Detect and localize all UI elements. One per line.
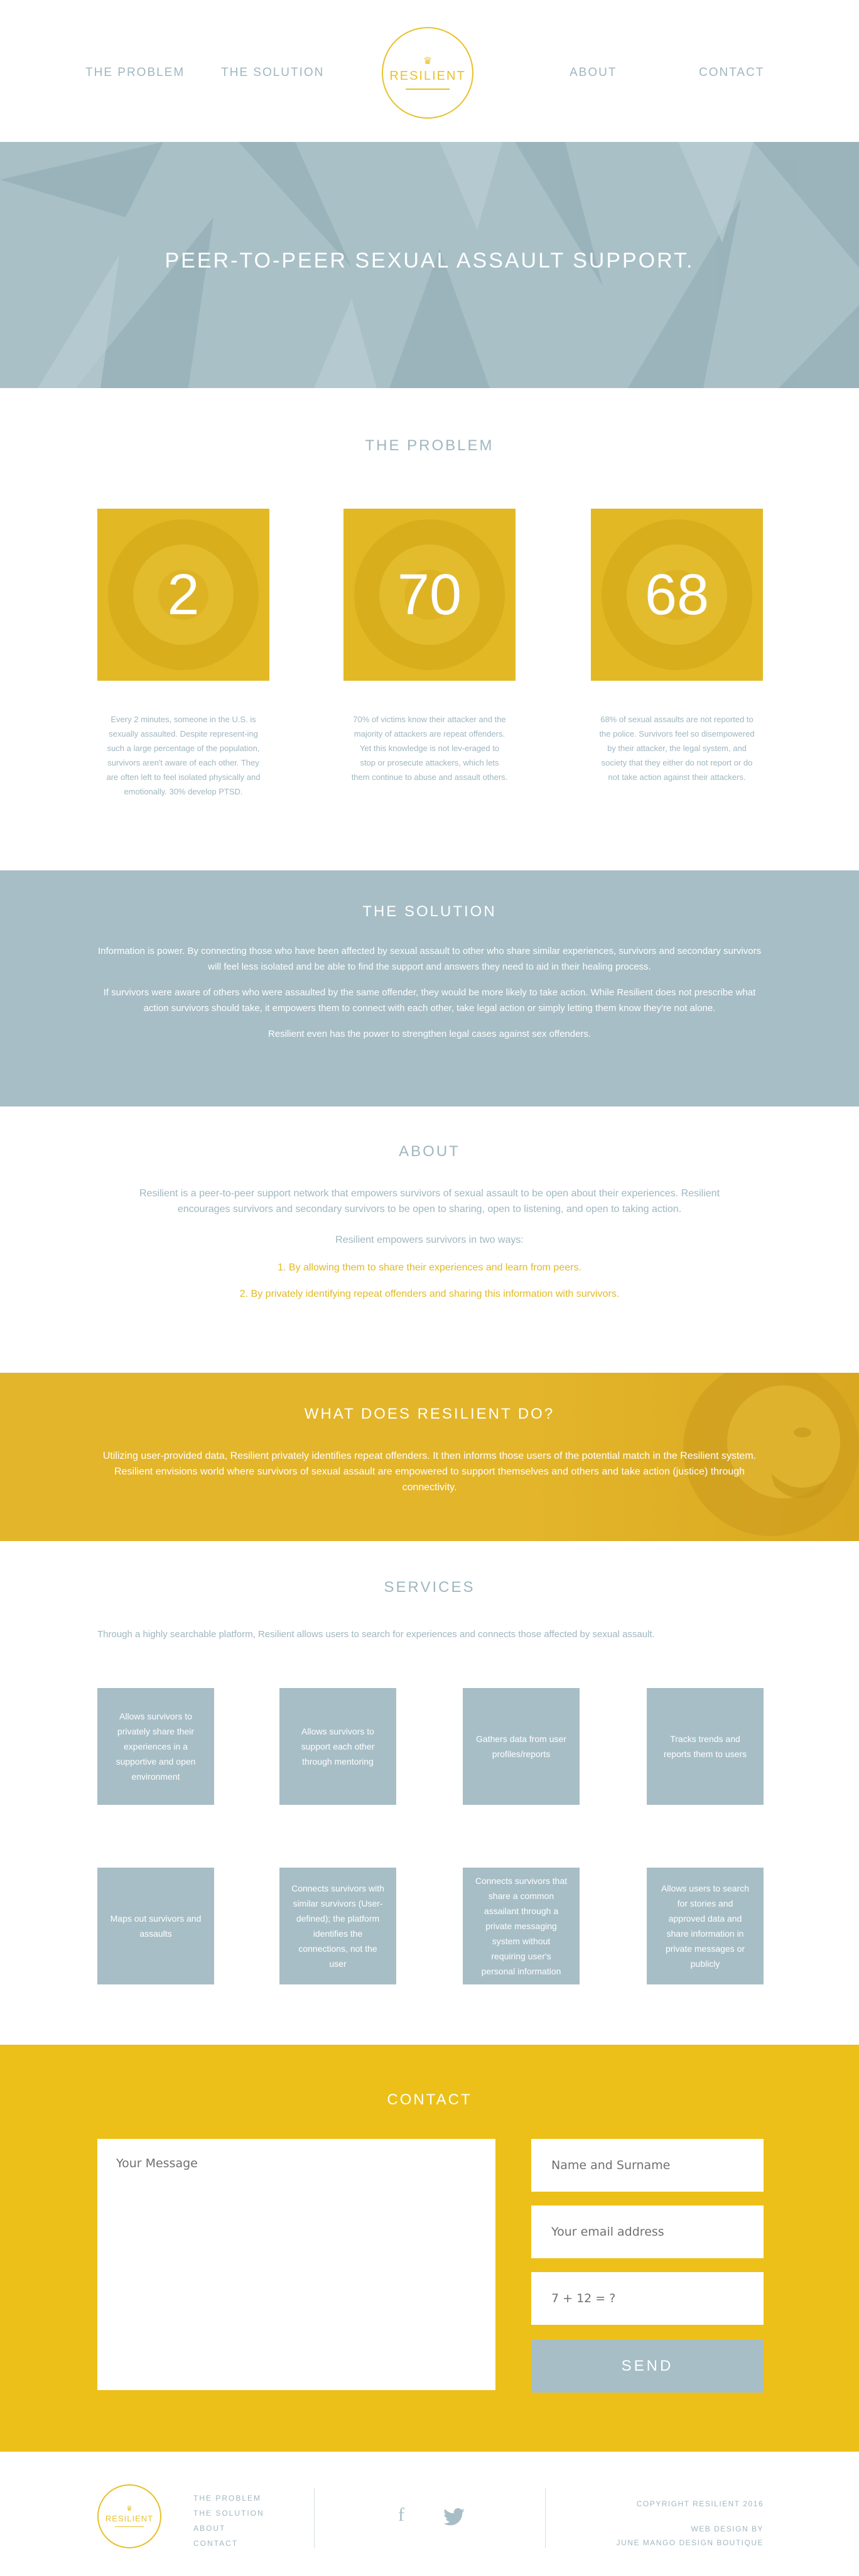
studio-link[interactable]: JUNE MANGO DESIGN BOUTIQUE [617,2536,764,2550]
resilient-logo[interactable]: ♛ RESILIENT [382,27,473,119]
message-field[interactable] [97,2139,495,2390]
service-card: Allows survivors to support each other t… [279,1688,396,1805]
service-card: Connects survivors that share a common a… [463,1868,580,1984]
about-list-item: 1. By allowing them to share their exper… [278,1262,581,1273]
footer-links: THE PROBLEM THE SOLUTION ABOUT CONTACT [193,2491,264,2551]
solution-section: THE SOLUTION Information is power. By co… [0,870,859,1107]
service-card: Allows survivors to privately share thei… [97,1688,214,1805]
footer-credits: COPYRIGHT RESILIENT 2016 WEB DESIGN BY J… [617,2497,764,2550]
service-card: Allows users to search for stories and a… [647,1868,764,1984]
twitter-icon[interactable] [443,2508,465,2526]
solution-paragraph: Resilient even has the power to strength… [267,1029,592,1039]
nav-link-problem[interactable]: THE PROBLEM [85,66,185,80]
what-title: WHAT DOES RESILIENT DO? [304,1405,555,1422]
stat-description: 70% of victims know their attacker and t… [351,715,508,782]
about-intro: Resilient is a peer-to-peer support netw… [139,1188,720,1215]
footer-link-about[interactable]: ABOUT [193,2521,264,2536]
stat-number: 2 [167,562,200,627]
stat-card: 2 Every 2 minutes, someone in the U.S. i… [97,509,269,799]
nav-link-about[interactable]: ABOUT [570,66,617,80]
solution-paragraph: Information is power. By connecting thos… [97,946,762,972]
footer-divider [314,2488,315,2548]
logo-text: RESILIENT [389,68,466,83]
contact-title: CONTACT [387,2091,472,2108]
captcha-field[interactable] [531,2272,764,2325]
logo-underline [406,88,450,90]
footer-link-contact[interactable]: CONTACT [193,2536,264,2551]
stat-description: 68% of sexual assaults are not reported … [599,715,755,782]
design-by-text: WEB DESIGN BY [691,2525,764,2533]
about-lead: Resilient empowers survivors in two ways… [335,1235,524,1245]
name-field[interactable] [531,2139,764,2192]
stat-tile: 70 [343,509,516,681]
services-section: SERVICES Through a highly searchable pla… [0,1541,859,2045]
footer-link-problem[interactable]: THE PROBLEM [193,2491,264,2506]
facebook-icon[interactable]: f [398,2504,404,2526]
problem-section: THE PROBLEM 2 Every 2 minutes, someone i… [0,388,859,870]
hero-banner: PEER-TO-PEER SEXUAL ASSAULT SUPPORT. [0,142,859,388]
top-nav: THE PROBLEM THE SOLUTION ♛ RESILIENT ABO… [0,0,859,142]
stat-tile: 68 [591,509,763,681]
stat-tile: 2 [97,509,269,681]
service-card: Connects survivors with similar survivor… [279,1868,396,1984]
send-button[interactable]: SEND [531,2340,764,2393]
about-list-item: 2. By privately identifying repeat offen… [239,1289,620,1299]
footer-divider [545,2488,546,2548]
service-card: Maps out survivors and assaults [97,1868,214,1984]
footer-logo[interactable]: ♛ RESILIENT [97,2484,161,2548]
footer: ♛ RESILIENT THE PROBLEM THE SOLUTION ABO… [0,2452,859,2576]
problem-title: THE PROBLEM [365,437,494,454]
services-title: SERVICES [384,1579,475,1596]
stat-number: 68 [644,562,710,627]
service-card: Tracks trends and reports them to users [647,1688,764,1805]
about-title: ABOUT [399,1143,460,1160]
services-intro: Through a highly searchable platform, Re… [97,1629,655,1640]
service-card: Gathers data from user profiles/reports [463,1688,580,1805]
stat-description: Every 2 minutes, someone in the U.S. is … [106,715,261,796]
what-text: Utilizing user-provided data, Resilient … [102,1451,757,1493]
footer-link-solution[interactable]: THE SOLUTION [193,2506,264,2521]
crown-icon: ♛ [423,55,433,67]
copyright-text: COPYRIGHT RESILIENT 2016 [636,2499,764,2508]
contact-section: CONTACT SEND [0,2045,859,2452]
what-section: WHAT DOES RESILIENT DO? Utilizing user-p… [0,1373,859,1541]
hero-title: PEER-TO-PEER SEXUAL ASSAULT SUPPORT. [165,249,694,273]
stat-number: 70 [397,562,462,627]
solution-title: THE SOLUTION [362,903,497,920]
nav-link-contact[interactable]: CONTACT [699,66,764,80]
about-section: ABOUT Resilient is a peer-to-peer suppor… [0,1107,859,1373]
footer-logo-text: RESILIENT [105,2514,154,2523]
solution-paragraph: If survivors were aware of others who we… [103,987,756,1014]
crown-icon: ♛ [126,2505,132,2513]
stat-card: 68 68% of sexual assaults are not report… [591,509,763,784]
stat-card: 70 70% of victims know their attacker an… [343,509,516,784]
footer-logo-underline [115,2526,144,2527]
nav-link-solution[interactable]: THE SOLUTION [221,66,324,80]
email-field[interactable] [531,2205,764,2258]
